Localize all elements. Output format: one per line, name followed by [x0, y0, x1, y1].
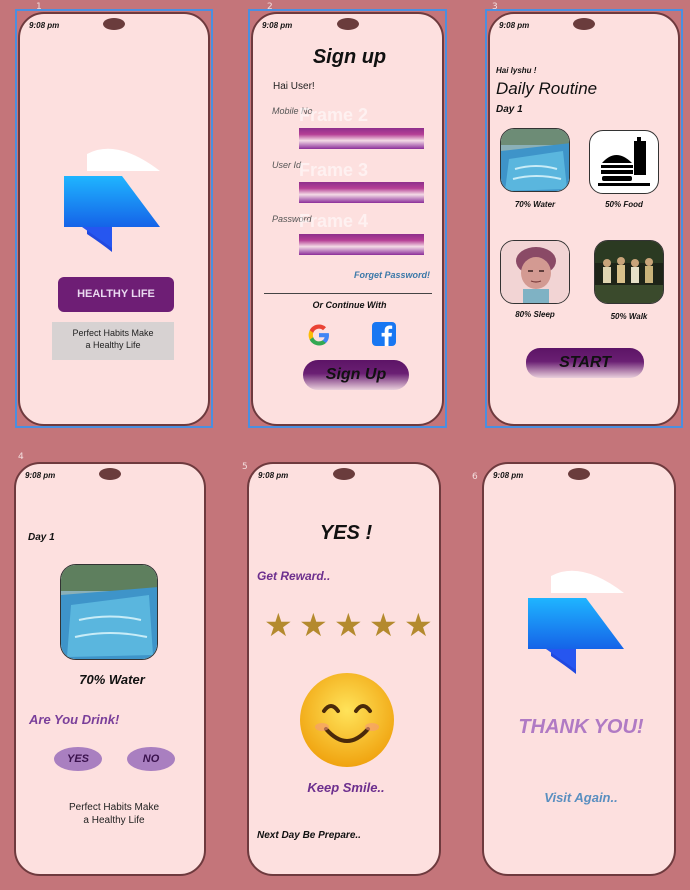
- phone-frame-daily-routine: 9:08 pm Hai lyshu ! Daily Routine Day 1 …: [488, 12, 680, 426]
- userid-input[interactable]: [299, 182, 424, 203]
- framer-logo-icon: [64, 148, 160, 252]
- star-icon: ★: [369, 607, 398, 643]
- water-tile[interactable]: [500, 128, 570, 192]
- mobile-input[interactable]: [299, 128, 424, 149]
- smiley-icon: [300, 673, 394, 767]
- camera-notch: [99, 468, 121, 480]
- star-icon: ★: [334, 607, 363, 643]
- tagline: Perfect Habits Make a Healthy Life: [16, 802, 204, 826]
- status-time: 9:08 pm: [262, 21, 293, 30]
- page-title: YES !: [319, 522, 373, 544]
- pool-image: [61, 565, 157, 659]
- userid-label: User Id: [272, 160, 302, 170]
- ghost-label: Frame 2: [299, 105, 369, 125]
- no-button[interactable]: NO: [127, 747, 175, 771]
- star-icon: ★: [264, 607, 293, 643]
- star-icon: ★: [404, 607, 433, 643]
- divider: [264, 293, 432, 294]
- phone-frame-water-day: 9:08 pm Day 1 70% Water Are You Drink! Y…: [14, 462, 206, 876]
- camera-notch: [573, 18, 595, 30]
- water-caption: 70% Water: [79, 672, 145, 687]
- password-input[interactable]: [299, 234, 424, 255]
- framer-logo-icon: [528, 570, 624, 674]
- visit-again-link[interactable]: Visit Again..: [484, 790, 674, 805]
- page-title: Sign up: [312, 46, 387, 68]
- status-time: 9:08 pm: [29, 21, 60, 30]
- tagline-line: a Healthy Life: [85, 340, 141, 350]
- camera-notch: [333, 468, 355, 480]
- star-icon: ★: [299, 607, 328, 643]
- camera-notch: [103, 18, 125, 30]
- sleep-tile[interactable]: [500, 240, 570, 304]
- sleep-caption: 80% Sleep: [515, 310, 555, 319]
- tagline-line: Perfect Habits Make: [68, 802, 160, 813]
- ghost-label: Frame 3: [299, 160, 369, 180]
- walk-caption: 50% Walk: [610, 312, 648, 321]
- water-image: [60, 564, 158, 660]
- pool-image: [501, 129, 569, 191]
- page-title: Daily Routine: [496, 79, 598, 98]
- status-time: 9:08 pm: [25, 471, 56, 480]
- frame-number: 6: [472, 472, 478, 482]
- walk-photo-image: [595, 241, 663, 303]
- continue-with-label: Or Continue With: [312, 300, 387, 310]
- google-icon[interactable]: [306, 322, 332, 348]
- burger-icon: [598, 137, 650, 186]
- camera-notch: [568, 468, 590, 480]
- next-day-label: Next Day Be Prepare..: [257, 830, 361, 841]
- status-time: 9:08 pm: [493, 471, 524, 480]
- sleep-avatar-image: [501, 241, 569, 303]
- tagline-box: Perfect Habits Make a Healthy Life: [52, 322, 174, 360]
- frame-number: 5: [242, 462, 248, 472]
- yes-button[interactable]: YES: [54, 747, 102, 771]
- frame-number: 4: [18, 452, 24, 462]
- reward-label: Get Reward..: [257, 569, 331, 583]
- phone-frame-splash: 9:08 pm HEALTHY LIFE Perfect Habits Make…: [18, 12, 210, 426]
- greeting: Hai User!: [273, 81, 315, 92]
- tagline-line: Perfect Habits Make: [72, 328, 154, 338]
- facebook-icon[interactable]: [371, 321, 397, 347]
- day-label: Day 1: [28, 532, 55, 543]
- drink-question: Are You Drink!: [29, 712, 120, 727]
- walk-tile[interactable]: [594, 240, 664, 304]
- camera-notch: [336, 18, 359, 30]
- day-label: Day 1: [496, 104, 523, 115]
- phone-frame-thank-you: 9:08 pm THANK YOU! Visit Again..: [482, 462, 676, 876]
- status-time: 9:08 pm: [499, 21, 530, 30]
- start-button[interactable]: START: [526, 348, 644, 378]
- tagline-line: a Healthy Life: [83, 815, 145, 826]
- keep-smile-label: Keep Smile..: [307, 780, 385, 795]
- ghost-label: Frame 4: [299, 211, 369, 231]
- thank-you-label: THANK YOU!: [518, 716, 644, 738]
- signup-button[interactable]: Sign Up: [303, 360, 409, 390]
- phone-frame-reward: 9:08 pm YES ! Get Reward.. ★ ★ ★ ★ ★ Kee…: [247, 462, 441, 876]
- status-time: 9:08 pm: [258, 471, 289, 480]
- forget-password-link[interactable]: Forget Password!: [354, 270, 430, 280]
- water-caption: 70% Water: [514, 200, 556, 209]
- phone-frame-signup: 9:08 pm Sign up Hai User! Mobile No Fram…: [251, 12, 444, 426]
- greeting: Hai lyshu !: [496, 66, 537, 75]
- healthy-life-badge: HEALTHY LIFE: [58, 277, 174, 312]
- food-caption: 50% Food: [605, 200, 643, 209]
- food-tile[interactable]: [589, 130, 659, 194]
